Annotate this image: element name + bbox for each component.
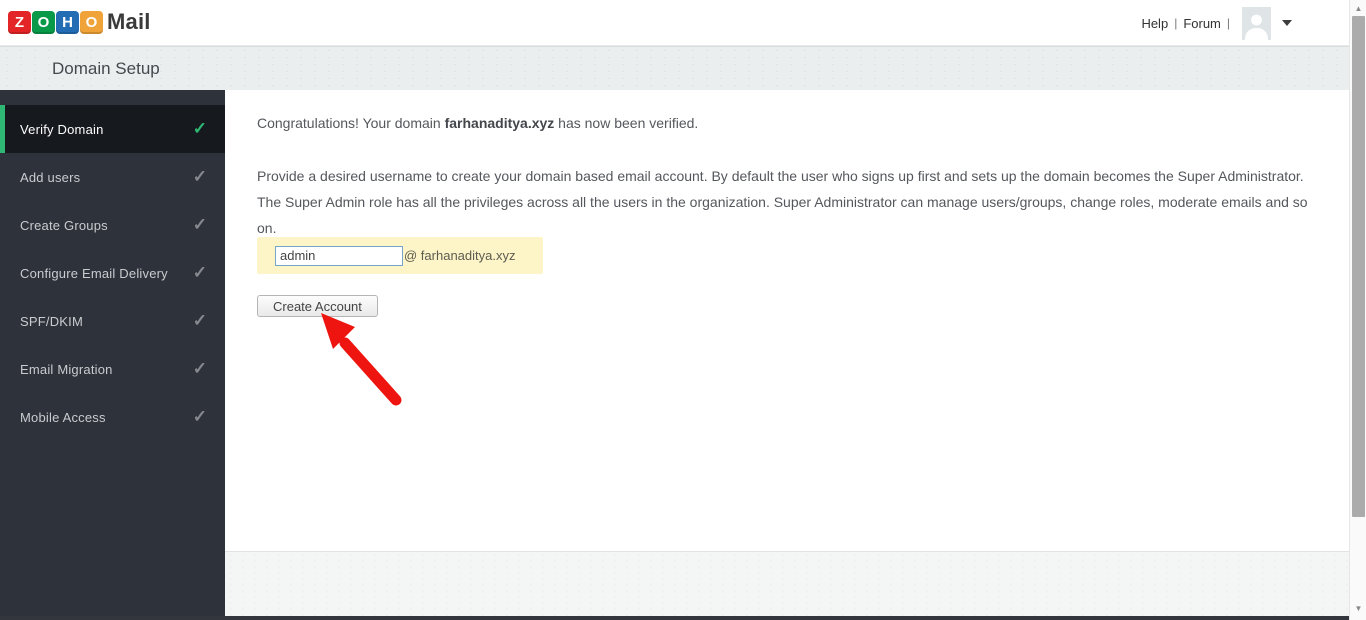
check-icon: ✓ xyxy=(192,359,207,378)
check-icon: ✓ xyxy=(192,311,207,330)
verification-success-message: Congratulations! Your domain farhanadity… xyxy=(257,115,698,131)
user-avatar[interactable] xyxy=(1242,6,1271,40)
username-highlight-box: @ farhanaditya.xyz xyxy=(257,237,543,274)
logo-tile-z: Z xyxy=(8,10,31,34)
sidebar-item-label: Verify Domain xyxy=(20,121,104,137)
vertical-scrollbar[interactable]: ▲ ▼ xyxy=(1349,0,1366,620)
sidebar-item-email-migration[interactable]: Email Migration ✓ xyxy=(0,345,225,393)
logo-tile-h: H xyxy=(56,10,79,34)
sidebar-item-create-groups[interactable]: Create Groups ✓ xyxy=(0,201,225,249)
check-icon: ✓ xyxy=(192,167,207,186)
sidebar-item-label: Create Groups xyxy=(20,217,108,233)
congrats-suffix: has now been verified. xyxy=(554,115,699,131)
sidebar-item-label: SPF/DKIM xyxy=(20,313,83,329)
zoho-logo-tiles: Z O H O xyxy=(8,10,103,34)
check-icon: ✓ xyxy=(192,407,207,426)
sidebar-item-label: Configure Email Delivery xyxy=(20,265,168,281)
main-content: Congratulations! Your domain farhanadity… xyxy=(225,90,1349,551)
bottom-edge-strip xyxy=(0,616,1366,620)
sidebar-item-label: Email Migration xyxy=(20,361,113,377)
zoho-mail-domain-setup-page: Z O H O Mail Help | Forum | Domain Setup xyxy=(0,0,1366,620)
sidebar-item-label: Mobile Access xyxy=(20,409,106,425)
logo-product-name: Mail xyxy=(107,9,151,34)
help-link[interactable]: Help xyxy=(1141,16,1168,31)
titlebar: Domain Setup xyxy=(0,46,1354,90)
link-separator: | xyxy=(1174,16,1178,30)
scrollbar-down-arrow-icon[interactable]: ▼ xyxy=(1350,600,1366,616)
zoho-mail-logo[interactable]: Z O H O Mail xyxy=(8,9,151,35)
scrollbar-thumb[interactable] xyxy=(1352,16,1365,517)
page-title: Domain Setup xyxy=(52,58,160,78)
setup-steps-sidebar: Verify Domain ✓ Add users ✓ Create Group… xyxy=(0,90,225,616)
check-icon: ✓ xyxy=(192,119,207,138)
account-dropdown-caret-icon[interactable] xyxy=(1282,20,1292,26)
sidebar-item-add-users[interactable]: Add users ✓ xyxy=(0,153,225,201)
sidebar-item-mobile-access[interactable]: Mobile Access ✓ xyxy=(0,393,225,441)
super-admin-description: Provide a desired username to create you… xyxy=(257,168,1308,236)
logo-tile-o2: O xyxy=(80,10,103,34)
sidebar-item-configure-email-delivery[interactable]: Configure Email Delivery ✓ xyxy=(0,249,225,297)
create-account-button[interactable]: Create Account xyxy=(257,295,378,317)
link-separator: | xyxy=(1226,16,1230,30)
sidebar-item-verify-domain[interactable]: Verify Domain ✓ xyxy=(0,105,225,153)
header-right-nav: Help | Forum | xyxy=(1141,0,1292,46)
sidebar-item-label: Add users xyxy=(20,169,81,185)
congrats-prefix: Congratulations! Your domain xyxy=(257,115,445,131)
domain-suffix-label: @ farhanaditya.xyz xyxy=(404,248,516,263)
scrollbar-up-arrow-icon[interactable]: ▲ xyxy=(1350,0,1366,16)
app-header: Z O H O Mail Help | Forum | xyxy=(0,0,1366,46)
verified-domain-name: farhanaditya.xyz xyxy=(444,115,555,131)
username-input[interactable] xyxy=(275,245,403,266)
footer-band xyxy=(225,551,1349,616)
check-icon: ✓ xyxy=(192,215,207,234)
logo-tile-o1: O xyxy=(32,10,55,34)
annotation-arrow-icon xyxy=(321,313,402,406)
forum-link[interactable]: Forum xyxy=(1183,16,1221,31)
person-silhouette-icon xyxy=(1245,14,1268,40)
check-icon: ✓ xyxy=(192,263,207,282)
sidebar-item-spf-dkim[interactable]: SPF/DKIM ✓ xyxy=(0,297,225,345)
